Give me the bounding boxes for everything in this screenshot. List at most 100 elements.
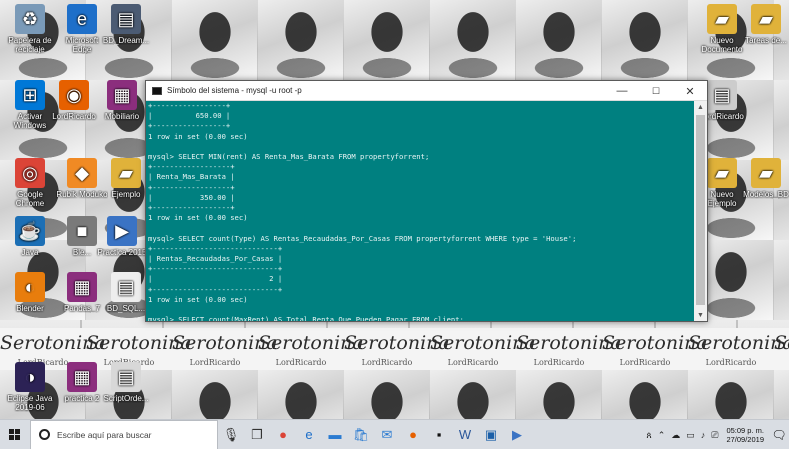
file-icon: ▤ bbox=[111, 362, 141, 392]
wallpaper-script-text: Serotonina bbox=[258, 332, 364, 354]
scroll-down-icon[interactable]: ▼ bbox=[694, 309, 707, 321]
word-icon[interactable]: W bbox=[452, 420, 478, 449]
console-output-line: 1 row in set (0.00 sec) bbox=[148, 294, 248, 304]
cmd-icon[interactable]: ▪ bbox=[426, 420, 452, 449]
tray-icon[interactable]: ⎚ bbox=[708, 430, 721, 441]
wallpaper-script-text: Serotonina bbox=[688, 332, 789, 354]
desktop-icon[interactable]: ♻ Papelera de reciclaje bbox=[4, 4, 56, 54]
desktop-icon[interactable]: ◑ Eclipse Java 2019-06 bbox=[4, 362, 56, 412]
scrollbar-thumb[interactable] bbox=[696, 115, 705, 305]
scroll-up-icon[interactable]: ▲ bbox=[694, 101, 707, 113]
desktop-icon-label: ScriptOrde... bbox=[103, 394, 149, 403]
wallpaper-sub-text: LordRicardo bbox=[361, 358, 413, 367]
recycle-bin-icon: ♻ bbox=[15, 4, 45, 34]
wallpaper-tile bbox=[258, 370, 344, 419]
window-titlebar[interactable]: Símbolo del sistema - mysql -u root -p —… bbox=[146, 81, 707, 101]
windows-icon: ⊞ bbox=[15, 80, 45, 110]
folder-icon: ▰ bbox=[707, 158, 737, 188]
wallpaper-tile bbox=[602, 370, 688, 419]
cortana-mic-icon[interactable]: 🎙 bbox=[218, 420, 244, 449]
desktop-icon-label: Google Chrome bbox=[15, 190, 45, 208]
file-icon: ▤ bbox=[111, 272, 141, 302]
console-output-line: 1 row in set (0.00 sec) bbox=[148, 213, 248, 223]
winrar-icon: ▦ bbox=[67, 362, 97, 392]
winrar-icon: ▦ bbox=[67, 272, 97, 302]
console-output-line: | Renta_Mas_Barata | bbox=[148, 172, 235, 182]
desktop-icon[interactable]: ▤ ScriptOrde... bbox=[100, 362, 152, 403]
system-tray: ጰ ⌃ ☁ ▭ ♪ ⎚ 05:09 p. m. 27/09/2019 🗨 bbox=[643, 420, 789, 449]
desktop-icon[interactable]: ▰ Modelos_BD bbox=[740, 158, 789, 199]
wallpaper-tile bbox=[688, 370, 774, 419]
wallpaper-script-text: Serotonina bbox=[86, 332, 192, 354]
desktop-icon[interactable]: ▰ Tareas de... bbox=[740, 4, 789, 45]
desktop-icon[interactable]: ◉ LordRicardo bbox=[48, 80, 100, 121]
desktop-icon[interactable]: ◎ Google Chrome bbox=[4, 158, 56, 208]
firefox-icon[interactable]: ● bbox=[400, 420, 426, 449]
wallpaper-sub-text: LordRicardo bbox=[705, 358, 757, 367]
virtualbox-icon[interactable]: ▣ bbox=[478, 420, 504, 449]
wallpaper-tile bbox=[774, 80, 789, 160]
console-command-line: mysql> SELECT MIN(rent) AS Renta_Mas_Bar… bbox=[148, 152, 430, 162]
desktop-icon-label: Eclipse Java 2019-06 bbox=[7, 394, 53, 412]
close-button[interactable]: ✕ bbox=[673, 81, 707, 101]
console-output-line: | 350.00 | bbox=[148, 192, 235, 202]
tray-icon[interactable]: ⌃ bbox=[655, 430, 669, 441]
taskbar-search[interactable]: Escribe aquí para buscar bbox=[30, 419, 218, 449]
file-icon: ▤ bbox=[707, 80, 737, 110]
search-placeholder: Escribe aquí para buscar bbox=[57, 429, 152, 440]
desktop-icon[interactable]: ☕ Java bbox=[4, 216, 56, 257]
maximize-button[interactable]: ☐ bbox=[639, 81, 673, 101]
desktop-icon-label: Mobiliario bbox=[104, 112, 140, 121]
chrome-icon: ◎ bbox=[15, 158, 45, 188]
chrome-icon[interactable]: ● bbox=[270, 420, 296, 449]
cmd-app-icon bbox=[152, 86, 162, 95]
console-output-line: +-----------------+ bbox=[148, 101, 231, 110]
wallpaper-tile bbox=[172, 370, 258, 419]
desktop-icon-label: Java bbox=[21, 248, 39, 257]
wallpaper-tile bbox=[516, 0, 602, 80]
tray-icon[interactable]: ♪ bbox=[698, 430, 709, 441]
console-output[interactable]: +-----------------+ | 650.00 | +----------… bbox=[146, 101, 695, 321]
clock-date: 27/09/2019 bbox=[726, 435, 764, 444]
wallpaper-tile bbox=[516, 370, 602, 419]
winrar-icon: ▦ bbox=[107, 80, 137, 110]
mail-icon[interactable]: ✉ bbox=[374, 420, 400, 449]
folder-icon: ▰ bbox=[111, 158, 141, 188]
tray-icon[interactable]: ጰ bbox=[643, 430, 654, 441]
console-output-line: 1 row in set (0.00 sec) bbox=[148, 131, 248, 141]
tray-icon[interactable]: ☁ bbox=[668, 430, 683, 441]
wallpaper-script-text: Serotonina bbox=[430, 332, 536, 354]
folder-icon: ▰ bbox=[751, 158, 781, 188]
wallpaper-tile bbox=[774, 240, 789, 320]
wallpaper-sub-text: LordRicardo bbox=[447, 358, 499, 367]
explorer-icon[interactable]: ▬ bbox=[322, 420, 348, 449]
command-prompt-window[interactable]: Símbolo del sistema - mysql -u root -p —… bbox=[145, 80, 708, 322]
wallpaper-tile bbox=[344, 0, 430, 80]
clock[interactable]: 05:09 p. m. 27/09/2019 bbox=[721, 426, 769, 444]
clock-time: 05:09 p. m. bbox=[726, 426, 764, 435]
eclipse-icon: ◑ bbox=[15, 362, 45, 392]
store-icon[interactable]: 🛍 bbox=[348, 420, 374, 449]
start-button[interactable] bbox=[0, 420, 30, 449]
minimize-button[interactable]: — bbox=[605, 81, 639, 101]
action-center-icon[interactable]: 🗨 bbox=[769, 420, 789, 449]
blender-icon: ◐ bbox=[15, 272, 45, 302]
vertical-scrollbar[interactable]: ▲ ▼ bbox=[694, 101, 707, 321]
edge-icon[interactable]: e bbox=[296, 420, 322, 449]
wallpaper-script-text: Serotonina bbox=[516, 332, 622, 354]
taskbar: Escribe aquí para buscar 🎙 ❐ ● e ▬ 🛍 ✉ ● ▪ W ▣ ▶ ጰ ⌃… bbox=[0, 419, 789, 449]
desktop-icon[interactable]: ▶ Practica 2015 bbox=[96, 216, 148, 257]
cube-icon: ◆ bbox=[67, 158, 97, 188]
wallpaper-script-text: Serotonina bbox=[774, 332, 789, 354]
wallpaper-tile bbox=[344, 370, 430, 419]
desktop-icon[interactable]: ◐ Blender bbox=[4, 272, 56, 313]
tray-icon[interactable]: ▭ bbox=[683, 430, 698, 441]
task-view-icon[interactable]: ❐ bbox=[244, 420, 270, 449]
desktop-icon-label: Modelos_BD bbox=[743, 190, 789, 199]
desktop-icon[interactable]: ▤ BD_Dream... bbox=[100, 4, 152, 45]
console-output-line: +-----------------------------+ bbox=[148, 284, 283, 294]
desktop-icon[interactable]: ▦ Mobiliario bbox=[96, 80, 148, 121]
visual-studio-icon[interactable]: ▶ bbox=[504, 420, 530, 449]
